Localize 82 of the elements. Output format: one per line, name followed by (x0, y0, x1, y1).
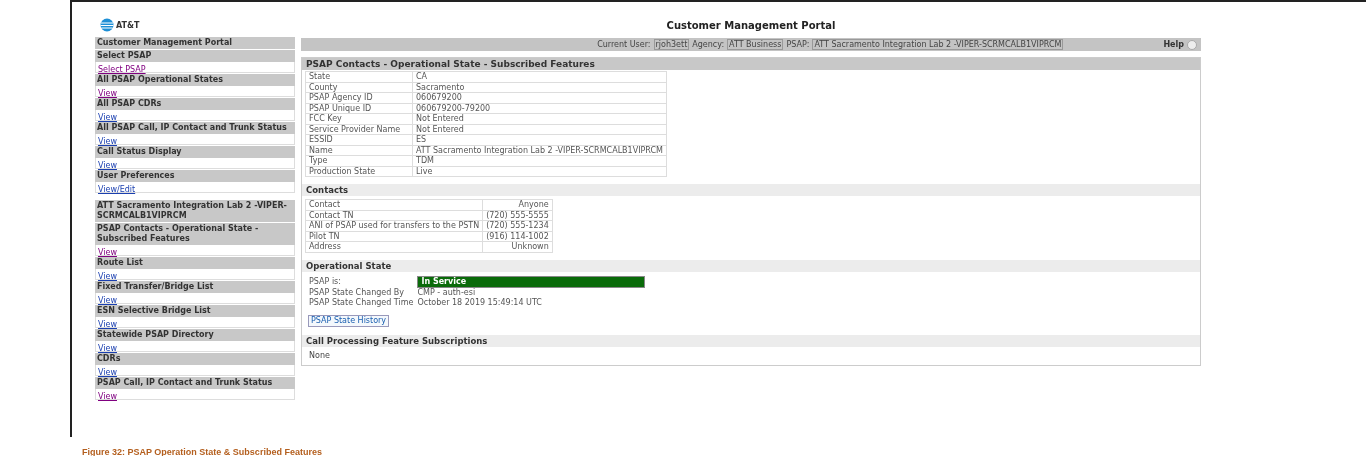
state-value: October 18 2019 15:49:14 UTC (417, 297, 543, 308)
user-bar-value: rjoh3ett (653, 39, 690, 50)
sidebar-link[interactable]: View (98, 248, 117, 257)
sidebar-heading: Fixed Transfer/Bridge List (95, 281, 295, 293)
table-cell: Unknown (482, 241, 553, 252)
sidebar-link[interactable]: View/Edit (98, 185, 136, 194)
table-cell: Pilot TN (305, 231, 483, 242)
table-cell: 060679200 (412, 92, 667, 103)
sidebar-heading: CDRs (95, 353, 295, 365)
table-cell: PSAP Agency ID (305, 92, 413, 103)
section-title: Contacts (302, 184, 1200, 196)
table-cell: FCC Key (305, 113, 413, 124)
table-cell: ESSID (305, 134, 413, 145)
table-cell: Not Entered (412, 113, 667, 124)
help-link[interactable]: Help (1163, 40, 1184, 49)
sidebar-link[interactable]: View (98, 368, 117, 377)
table-cell: Name (305, 145, 413, 156)
table-cell: Contact (305, 199, 483, 210)
state-label: PSAP State Changed Time (309, 297, 414, 308)
user-bar-value: ATT Sacramento Integration Lab 2 -VIPER-SCRMCALB1VIPRCM (812, 39, 1064, 50)
sidebar-heading: PSAP Contacts - Operational State - Subscribed Features (95, 223, 295, 245)
table-cell: CA (412, 71, 667, 82)
globe-icon (100, 18, 114, 32)
table-cell: Not Entered (412, 124, 667, 135)
sidebar-heading: All PSAP Call, IP Contact and Trunk Status (95, 122, 295, 134)
sidebar-link[interactable]: View (98, 137, 117, 146)
sidebar-heading: Route List (95, 257, 295, 269)
table-cell: TDM (412, 155, 667, 166)
sidebar-heading: ESN Selective Bridge List (95, 305, 295, 317)
table-cell: County (305, 82, 413, 93)
sidebar-heading: All PSAP Operational States (95, 74, 295, 86)
help-icon[interactable] (1187, 39, 1197, 50)
table-cell: ES (412, 134, 667, 145)
table-cell: Contact TN (305, 210, 483, 221)
sidebar-heading: ATT Sacramento Integration Lab 2 -VIPER-SCRMCALB1VIPRCM (95, 200, 295, 222)
table-cell: PSAP Unique ID (305, 103, 413, 114)
table-cell: ANI of PSAP used for transfers to the PSTN (305, 220, 483, 231)
user-bar-label: Current User: (597, 40, 651, 49)
sidebar-link[interactable]: View (98, 89, 117, 98)
sidebar-link[interactable]: View (98, 161, 117, 170)
table-cell: Anyone (482, 199, 553, 210)
state-value: CMP - auth-esi (417, 287, 477, 298)
table-cell: (720) 555-5555 (482, 210, 553, 221)
sidebar-heading: Call Status Display (95, 146, 295, 158)
table-cell: Address (305, 241, 483, 252)
sidebar-heading: PSAP Call, IP Contact and Trunk Status (95, 377, 295, 389)
table-cell: ATT Sacramento Integration Lab 2 -VIPER-SCRMCALB1VIPRCM (412, 145, 667, 156)
user-bar-value: ATT Business (727, 39, 784, 50)
table-cell: Production State (305, 166, 413, 177)
sidebar-link[interactable]: View (98, 113, 117, 122)
sidebar-heading: Select PSAP (95, 50, 295, 62)
subscriptions-text: None (308, 349, 331, 361)
table-cell: Sacramento (412, 82, 667, 93)
sidebar-heading: All PSAP CDRs (95, 98, 295, 110)
sidebar-heading: User Preferences (95, 170, 295, 182)
state-label: PSAP is: (309, 276, 342, 287)
table-cell: (720) 555-1234 (482, 220, 553, 231)
sidebar-heading: Customer Management Portal (95, 37, 295, 49)
table-cell: State (305, 71, 413, 82)
sidebar-link[interactable]: View (98, 296, 117, 305)
section-title: Operational State (302, 259, 1200, 272)
sidebar-link[interactable]: View (98, 320, 117, 329)
portal-title: Customer Management Portal (666, 19, 836, 31)
section-title: Call Processing Feature Subscriptions (302, 334, 1200, 347)
table-cell: 060679200-79200 (412, 103, 667, 114)
sidebar-link[interactable]: Select PSAP (98, 65, 146, 74)
logo-text: AT&T (116, 20, 140, 30)
sidebar-heading: Statewide PSAP Directory (95, 329, 295, 341)
table-cell: Live (412, 166, 667, 177)
status-badge: In Service (417, 275, 646, 288)
figure-caption: Figure 32: PSAP Operation State & Subscribed Features (82, 447, 322, 456)
sidebar-link[interactable]: View (98, 344, 117, 353)
state-label: PSAP State Changed By (309, 287, 406, 298)
sidebar-link[interactable]: View (98, 392, 117, 401)
panel-title: PSAP Contacts - Operational State - Subscribed Features (302, 58, 1200, 70)
table-cell: (916) 114-1002 (482, 231, 553, 242)
table-cell: Type (305, 155, 413, 166)
sidebar-link[interactable]: View (98, 272, 117, 281)
user-bar-label: Agency: (692, 40, 725, 49)
user-bar-label: PSAP: (786, 40, 810, 49)
history-button[interactable]: PSAP State History (308, 314, 390, 327)
table-cell: Service Provider Name (305, 124, 413, 135)
